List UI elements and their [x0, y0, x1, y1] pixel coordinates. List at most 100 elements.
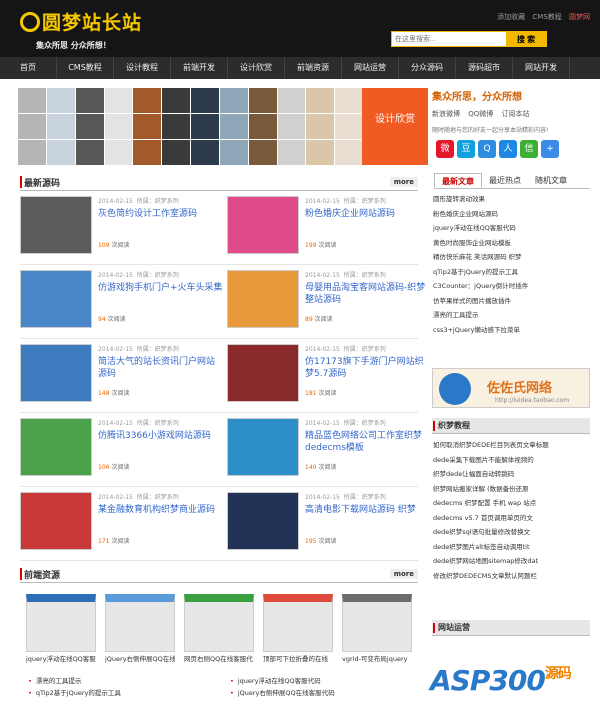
source-title[interactable]: 粉色婚庆企业网站源码: [305, 208, 430, 220]
gallery-thumb[interactable]: [191, 140, 219, 165]
gallery-thumb[interactable]: [277, 140, 306, 165]
resource-card[interactable]: jquery浮动在线QQ客服: [26, 594, 96, 666]
source-title[interactable]: 高清电影下载网站源码 织梦: [305, 504, 430, 516]
gallery-thumb[interactable]: [306, 88, 335, 113]
source-card[interactable]: 2014-02-15 所属：织梦系列 仿腾讯3366小游戏网站源码 106 次阅读: [20, 418, 220, 480]
nav-item-frontend-dev[interactable]: 前端开发: [171, 57, 228, 79]
gallery-thumb[interactable]: [46, 140, 75, 165]
source-thumb[interactable]: [20, 196, 92, 254]
search-input[interactable]: [392, 32, 502, 46]
list-item[interactable]: 黄色时尚服饰企业网站模板: [433, 236, 593, 251]
resource-thumb[interactable]: [184, 594, 254, 652]
list-item[interactable]: 修改织梦DEDECMS文章默认阿题栏: [433, 569, 593, 584]
source-thumb[interactable]: [20, 492, 92, 550]
source-thumb[interactable]: [227, 270, 299, 328]
gallery-thumb[interactable]: [306, 114, 335, 139]
latest-more-button[interactable]: more: [389, 177, 418, 187]
gallery-thumb[interactable]: [191, 88, 219, 113]
list-item[interactable]: dede织梦网站地图sitemap修改dat: [433, 554, 593, 569]
source-thumb[interactable]: [227, 344, 299, 402]
gallery-thumb[interactable]: [75, 88, 104, 113]
subscribe-link[interactable]: 订阅本站: [502, 110, 530, 118]
list-item[interactable]: 仿苹果样式的图片播放插件: [433, 294, 593, 309]
source-card[interactable]: 2014-02-15 所属：织梦系列 高清电影下载网站源码 织梦 195 次阅读: [227, 492, 427, 554]
ad-banner[interactable]: 佐佐氏网络 http://luidea.taobao.com: [432, 368, 590, 408]
nav-item-web-dev[interactable]: 网站开发: [513, 57, 570, 79]
gallery-thumb[interactable]: [133, 88, 162, 113]
gallery-thumb[interactable]: [46, 114, 75, 139]
gallery-thumb[interactable]: [335, 114, 363, 139]
gallery-thumb[interactable]: [133, 114, 162, 139]
nav-item-frontend-resources[interactable]: 前端资源: [285, 57, 342, 79]
source-card[interactable]: 2014-02-15 所属：织梦系列 仿游戏狗手机门户+火车头采集 94 次阅读: [20, 270, 223, 332]
gallery-thumb[interactable]: [248, 88, 277, 113]
source-title[interactable]: 仿17173旗下手游门户网站织梦5.7源码: [305, 356, 430, 380]
resource-card[interactable]: vgrid-可变布局jquery: [342, 594, 412, 666]
gallery-thumb[interactable]: [219, 114, 248, 139]
site-home-link[interactable]: 圆梦网: [569, 13, 590, 21]
renren-icon[interactable]: 人: [499, 140, 517, 158]
list-item[interactable]: C3Counter：jQuery倒计时插件: [433, 279, 593, 294]
resource-thumb[interactable]: [342, 594, 412, 652]
source-title[interactable]: 某金融数育机构织梦商业源码: [98, 504, 223, 516]
qq-zone-icon[interactable]: Q: [478, 140, 496, 158]
list-item[interactable]: 织梦dede让幅面自动转跳码: [433, 467, 593, 482]
list-item[interactable]: dede采集下载图片不能解体视频的: [433, 453, 593, 468]
list-item[interactable]: 圆形旋转滚动效果: [433, 192, 593, 207]
gallery-thumb[interactable]: [191, 114, 219, 139]
tab-random[interactable]: 随机文章: [528, 173, 574, 188]
source-title[interactable]: 母婴用品淘宝客网站源码-织梦整站源码: [305, 282, 430, 306]
tab-hot[interactable]: 最近热点: [482, 173, 528, 188]
gallery-thumb[interactable]: [75, 114, 104, 139]
cms-tutorial-link[interactable]: CMS教程: [532, 13, 561, 21]
list-item[interactable]: 如何取消织梦DEDE栏目列表页文章标题: [433, 438, 593, 453]
gallery-thumb[interactable]: [104, 140, 133, 165]
source-thumb[interactable]: [20, 344, 92, 402]
wechat-icon[interactable]: 信: [520, 140, 538, 158]
source-card[interactable]: 2014-02-15 所属：织梦系列 母婴用品淘宝客网站源码-织梦整站源码 89 次阅…: [227, 270, 427, 332]
resource-thumb[interactable]: [105, 594, 175, 652]
gallery-thumb[interactable]: [18, 88, 46, 113]
resource-title[interactable]: jquery浮动在线QQ客服: [26, 652, 96, 666]
gallery-thumb[interactable]: [277, 88, 306, 113]
resource-card[interactable]: 网页右侧QQ在线客服代: [184, 594, 254, 666]
source-title[interactable]: 简洁大气的站长资讯门户网站源码: [98, 356, 223, 380]
source-thumb[interactable]: [227, 492, 299, 550]
resource-card[interactable]: jQuery右侧伸展QQ在线: [105, 594, 175, 666]
list-item[interactable]: dede织梦sql语句批量修改替换文: [433, 525, 593, 540]
list-item[interactable]: 漂亮的工具提示: [28, 675, 228, 687]
frontend-more-button[interactable]: more: [389, 569, 418, 579]
source-card[interactable]: 2014-02-15 所属：织梦系列 某金融数育机构织梦商业源码 171 次阅读: [20, 492, 220, 554]
tab-latest-articles[interactable]: 最新文章: [434, 173, 482, 188]
gallery-thumb[interactable]: [248, 114, 277, 139]
list-item[interactable]: jquery浮动在线QQ客服代码: [230, 675, 430, 687]
source-card[interactable]: 2014-02-15 所属：织梦系列 粉色婚庆企业网站源码 199 次阅读: [227, 196, 427, 258]
list-item[interactable]: 漂亮的工具提示: [433, 308, 593, 323]
list-item[interactable]: dede织梦图片alt标签自动调用tit: [433, 540, 593, 555]
source-card[interactable]: 2014-02-15 所属：织梦系列 灰色简约设计工作室源码 109 次阅读: [20, 196, 220, 258]
resource-thumb[interactable]: [263, 594, 333, 652]
resource-title[interactable]: 顶部可下拉折叠的在线: [263, 652, 333, 666]
sina-weibo-link[interactable]: 新浪微博: [432, 110, 460, 118]
gallery-thumb[interactable]: [133, 140, 162, 165]
source-thumb[interactable]: [20, 270, 92, 328]
gallery-thumb[interactable]: [277, 114, 306, 139]
list-item[interactable]: dedecms 织梦配置 手机 wap 站点: [433, 496, 593, 511]
nav-item-operations[interactable]: 网站运营: [342, 57, 399, 79]
source-thumb[interactable]: [227, 418, 299, 476]
resource-title[interactable]: 网页右侧QQ在线客服代: [184, 652, 254, 666]
gallery-thumb[interactable]: [75, 140, 104, 165]
source-thumb[interactable]: [227, 196, 299, 254]
gallery-thumb[interactable]: [104, 114, 133, 139]
source-card[interactable]: 2014-02-15 所属：织梦系列 简洁大气的站长资讯门户网站源码 148 次阅读: [20, 344, 220, 406]
source-card[interactable]: 2014-02-15 所属：织梦系列 仿17173旗下手游门户网站织梦5.7源码 1…: [227, 344, 427, 406]
resource-title[interactable]: jQuery右侧伸展QQ在线: [105, 652, 175, 666]
gallery-thumb[interactable]: [162, 140, 190, 165]
gallery-thumb[interactable]: [162, 114, 190, 139]
resource-thumb[interactable]: [26, 594, 96, 652]
gallery-thumb[interactable]: [104, 88, 133, 113]
gallery-thumb[interactable]: [18, 140, 46, 165]
gallery-thumb[interactable]: [46, 88, 75, 113]
douban-icon[interactable]: 豆: [457, 140, 475, 158]
gallery-thumb[interactable]: [306, 140, 335, 165]
